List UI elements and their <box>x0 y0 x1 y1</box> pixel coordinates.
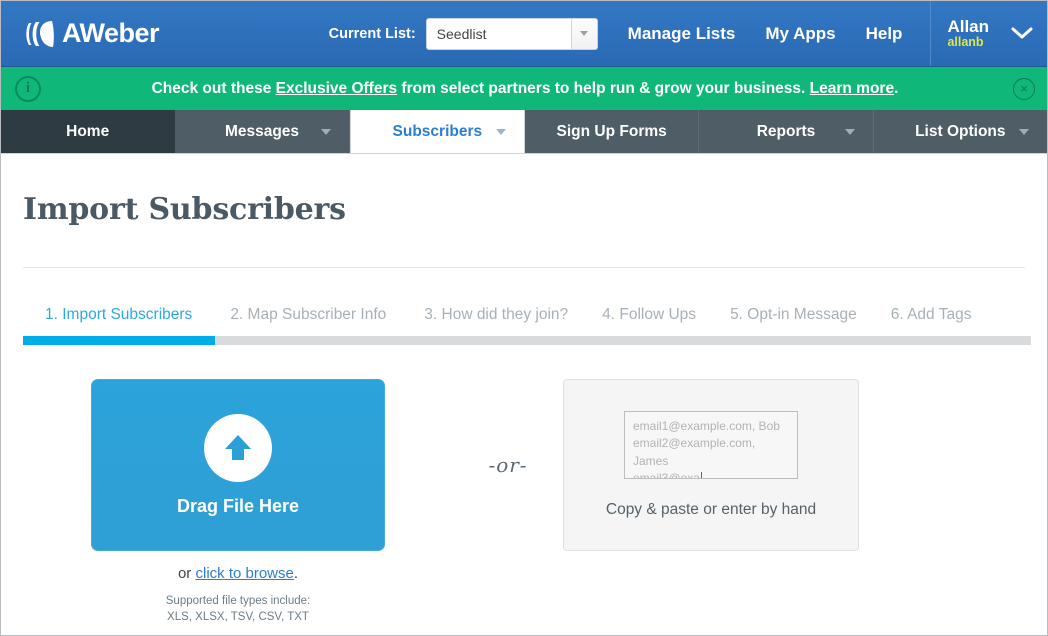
learn-more-link[interactable]: Learn more <box>810 80 894 97</box>
tab-list-options[interactable]: List Options <box>874 110 1047 153</box>
promo-text-middle: from select partners to help run & grow … <box>397 80 810 97</box>
supported-filetypes-list: XLS, XLSX, TSV, CSV, TXT <box>166 610 310 626</box>
tab-subscribers-label: Subscribers <box>393 123 483 141</box>
info-icon: i <box>15 76 41 102</box>
upload-arrow-icon <box>204 414 272 482</box>
paste-placeholder-line-2: email2@example.com, James <box>633 435 789 470</box>
tab-messages[interactable]: Messages <box>175 110 349 153</box>
aweber-logo-icon <box>25 19 59 49</box>
import-options-row: Drag File Here or click to browse. Suppo… <box>23 379 1025 625</box>
user-identity: Allan allanb <box>947 18 989 49</box>
tab-reports[interactable]: Reports <box>699 110 873 153</box>
paste-placeholder-line-3-text: email3@exa <box>633 471 700 479</box>
user-menu[interactable]: Allan allanb <box>930 1 1047 66</box>
copy-paste-caption: Copy & paste or enter by hand <box>606 501 816 519</box>
tab-messages-label: Messages <box>225 123 299 141</box>
tab-home[interactable]: Home <box>1 110 175 153</box>
main-nav-tabs: Home Messages Subscribers Sign Up Forms … <box>1 110 1047 154</box>
promo-banner-text: Check out these Exclusive Offers from se… <box>41 80 1013 98</box>
top-header: AWeber Current List: Seedlist Manage Lis… <box>1 1 1047 66</box>
wizard-steps: 1. Import Subscribers 2. Map Subscriber … <box>23 268 1025 324</box>
user-name: Allan <box>947 18 989 36</box>
chevron-down-icon <box>321 129 331 135</box>
current-list-select[interactable]: Seedlist <box>426 18 598 50</box>
step-1-import-subscribers[interactable]: 1. Import Subscribers <box>45 306 192 324</box>
step-2-map-subscriber-info[interactable]: 2. Map Subscriber Info <box>230 306 386 324</box>
nav-my-apps[interactable]: My Apps <box>765 24 835 44</box>
paste-placeholder-line-1: email1@example.com, Bob <box>633 418 789 435</box>
page-title: Import Subscribers <box>23 192 1025 227</box>
exclusive-offers-link[interactable]: Exclusive Offers <box>276 80 397 97</box>
chevron-down-icon <box>1019 129 1029 135</box>
promo-text-after: . <box>894 80 898 97</box>
user-handle: allanb <box>947 36 989 49</box>
tab-subscribers[interactable]: Subscribers <box>350 110 525 153</box>
supported-filetypes: Supported file types include: XLS, XLSX,… <box>166 594 310 625</box>
step-5-opt-in-message[interactable]: 5. Opt-in Message <box>730 306 857 324</box>
close-icon[interactable]: × <box>1013 78 1035 100</box>
browse-prefix: or <box>178 565 196 582</box>
current-list-value: Seedlist <box>427 19 571 49</box>
nav-manage-lists[interactable]: Manage Lists <box>628 24 736 44</box>
app-window: AWeber Current List: Seedlist Manage Lis… <box>0 0 1048 636</box>
promo-banner: i Check out these Exclusive Offers from … <box>1 66 1047 110</box>
file-upload-column: Drag File Here or click to browse. Suppo… <box>23 379 453 625</box>
text-cursor <box>701 472 702 479</box>
email-paste-textarea[interactable]: email1@example.com, Bob email2@example.c… <box>624 411 798 479</box>
wizard-progress-bar <box>23 336 1031 345</box>
nav-help[interactable]: Help <box>866 24 903 44</box>
aweber-logo-text: AWeber <box>62 20 159 47</box>
step-3-how-did-they-join[interactable]: 3. How did they join? <box>424 306 568 324</box>
chevron-down-icon <box>496 129 506 135</box>
current-list-label: Current List: <box>329 26 416 42</box>
wizard-progress-fill <box>23 336 215 345</box>
promo-text-before: Check out these <box>152 80 276 97</box>
click-to-browse-link[interactable]: click to browse <box>195 565 293 582</box>
paste-placeholder-line-3: email3@exa <box>633 470 789 479</box>
chevron-down-icon <box>845 129 855 135</box>
or-separator: -or- <box>453 379 563 551</box>
or-separator-label: -or- <box>488 453 527 477</box>
drag-file-label: Drag File Here <box>177 496 299 517</box>
tab-sign-up-forms-label: Sign Up Forms <box>557 123 667 141</box>
tab-reports-label: Reports <box>757 123 816 141</box>
header-right-group: Current List: Seedlist Manage Lists My A… <box>329 1 1047 66</box>
chevron-down-icon[interactable] <box>571 19 597 49</box>
tab-sign-up-forms[interactable]: Sign Up Forms <box>525 110 699 153</box>
step-6-add-tags[interactable]: 6. Add Tags <box>891 306 972 324</box>
tab-home-label: Home <box>66 123 109 141</box>
supported-filetypes-label: Supported file types include: <box>166 594 310 610</box>
step-4-follow-ups[interactable]: 4. Follow Ups <box>602 306 696 324</box>
browse-suffix: . <box>294 565 298 582</box>
browse-line: or click to browse. <box>178 565 298 582</box>
tab-list-options-label: List Options <box>915 123 1005 141</box>
chevron-down-icon[interactable] <box>1011 23 1033 44</box>
aweber-logo[interactable]: AWeber <box>25 19 159 49</box>
drag-file-dropzone[interactable]: Drag File Here <box>91 379 385 551</box>
main-content: Import Subscribers 1. Import Subscribers… <box>1 154 1047 625</box>
copy-paste-panel[interactable]: email1@example.com, Bob email2@example.c… <box>563 379 859 551</box>
